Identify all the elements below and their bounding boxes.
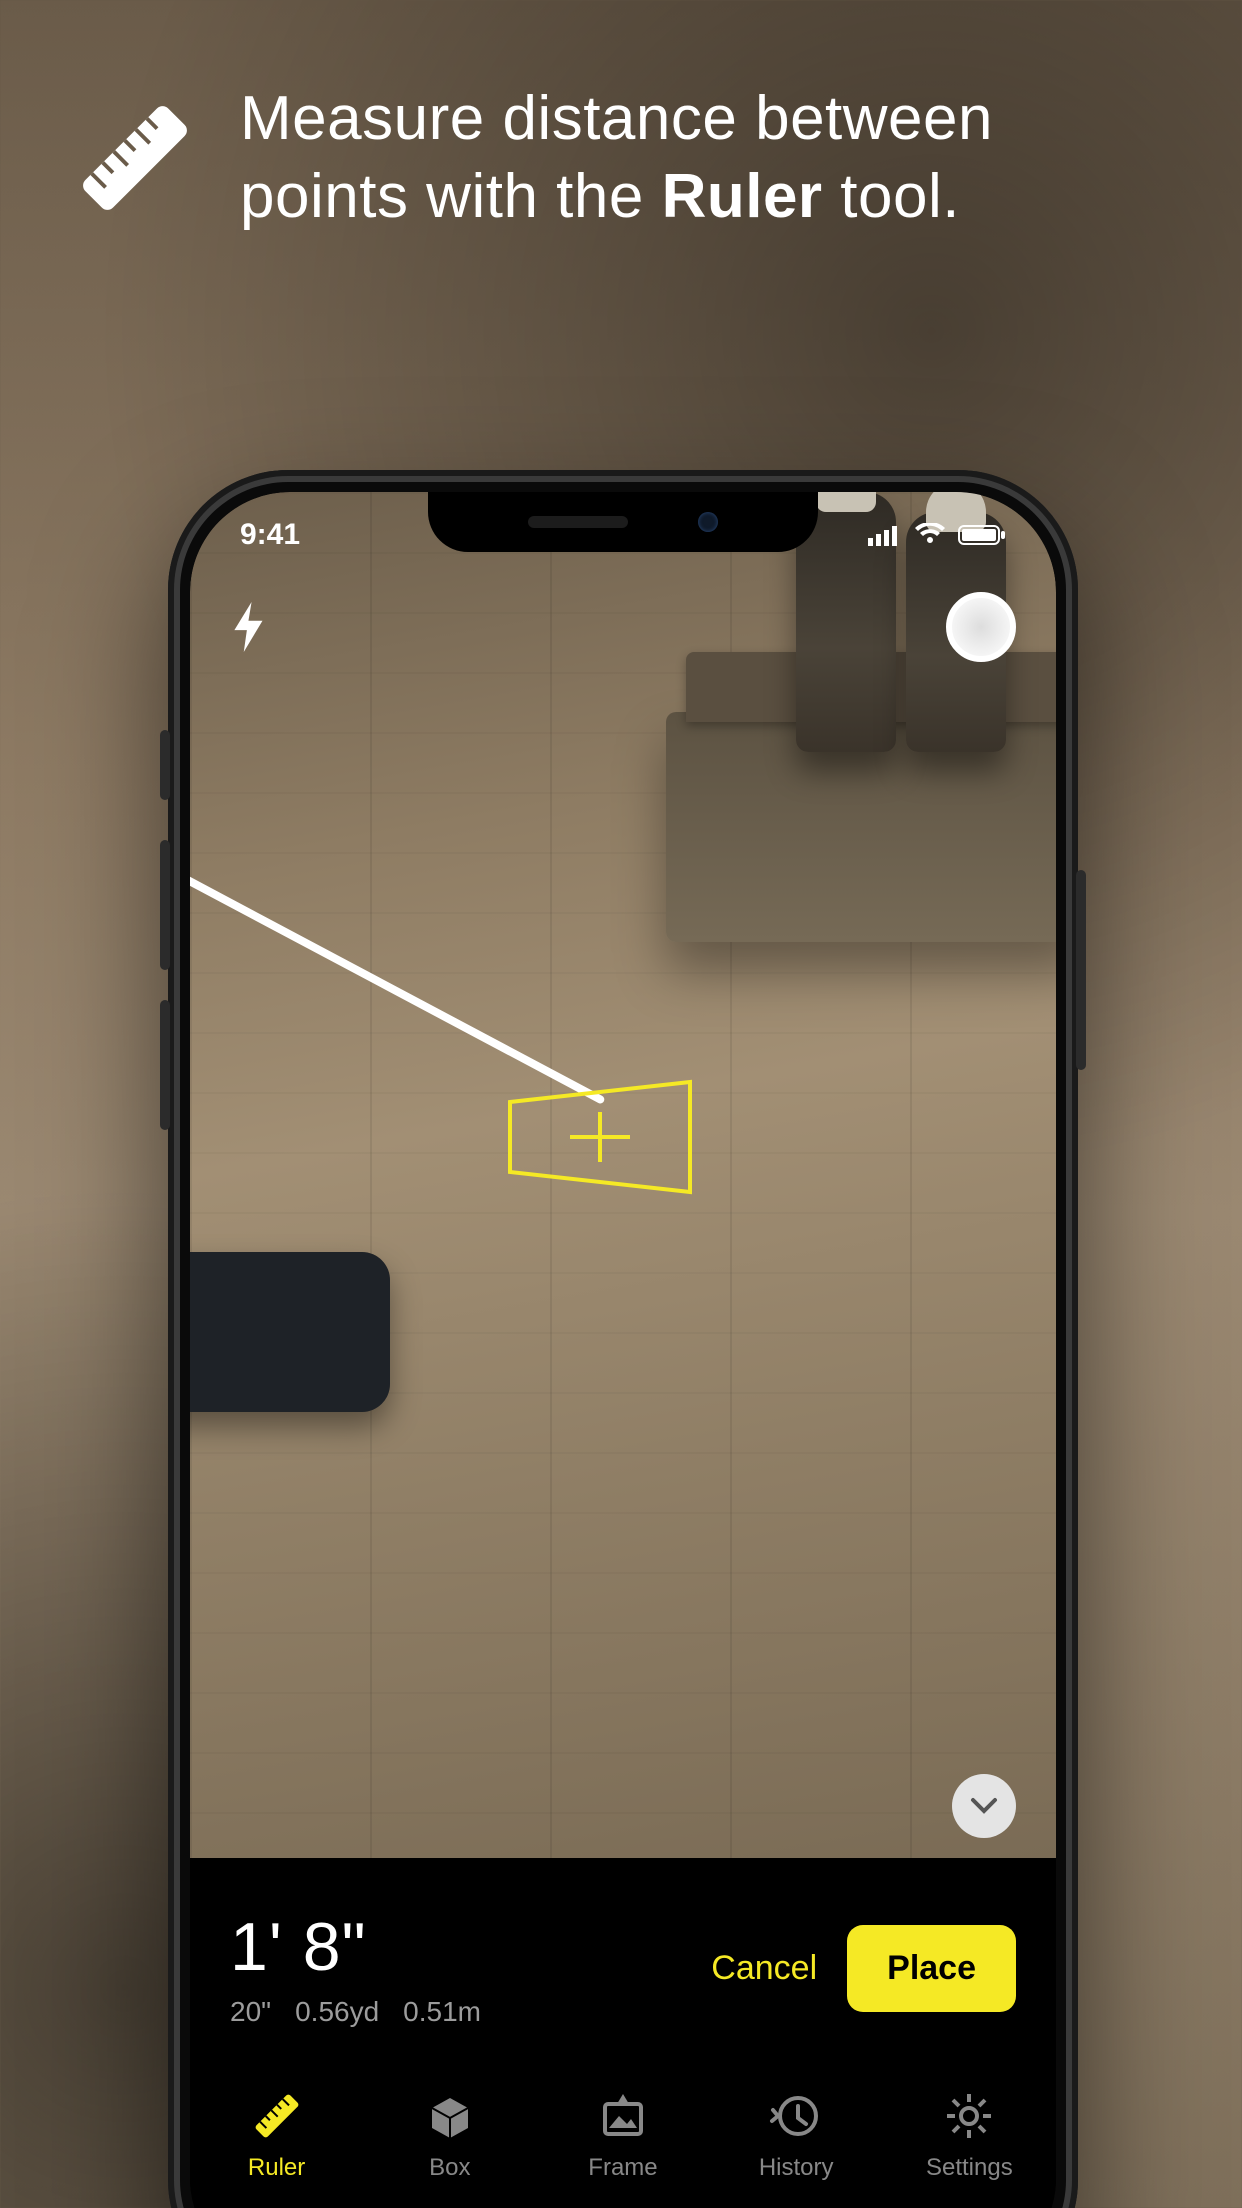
scene-phone — [190, 1252, 390, 1412]
target-reticle — [490, 1062, 710, 1212]
tab-box[interactable]: Box — [380, 2088, 520, 2182]
box-icon — [422, 2088, 478, 2144]
flash-toggle[interactable] — [230, 602, 270, 657]
collapse-button[interactable] — [952, 1774, 1016, 1838]
measurement-secondary: 20" 0.56yd 0.51m — [230, 1996, 711, 2028]
ruler-icon — [70, 93, 200, 223]
promo-line2-prefix: points with the — [240, 162, 662, 231]
promo-line2-suffix: tool. — [823, 162, 960, 231]
measurement-meters: 0.51m — [403, 1996, 481, 2028]
frame-icon — [595, 2088, 651, 2144]
phone-frame: 9:41 — [168, 470, 1078, 2208]
ruler-icon — [249, 2088, 305, 2144]
tab-label: History — [759, 2154, 834, 2182]
measurement-bar: 1' 8" 20" 0.56yd 0.51m Cancel Place — [190, 1858, 1056, 2068]
measurement-inches: 20" — [230, 1996, 271, 2028]
mute-switch — [160, 730, 170, 800]
tab-history[interactable]: History — [726, 2088, 866, 2182]
tab-frame[interactable]: Frame — [553, 2088, 693, 2182]
gear-icon — [941, 2088, 997, 2144]
measurement-primary: 1' 8" — [230, 1908, 711, 1986]
shutter-button[interactable] — [946, 592, 1016, 662]
measurement-actions: Cancel Place — [711, 1925, 1016, 2012]
measurement-values: 1' 8" 20" 0.56yd 0.51m — [230, 1908, 711, 2028]
volume-up-button — [160, 840, 170, 970]
wifi-icon — [914, 523, 946, 547]
chevron-down-icon — [969, 1796, 999, 1816]
place-button[interactable]: Place — [847, 1925, 1016, 2012]
battery-icon — [958, 523, 1006, 547]
volume-down-button — [160, 1000, 170, 1130]
status-bar: 9:41 — [190, 510, 1056, 560]
cancel-button[interactable]: Cancel — [711, 1949, 817, 1988]
promo-header: Measure distance between points with the… — [70, 80, 1182, 235]
tab-bar: Ruler Box Frame History Settings — [190, 2068, 1056, 2208]
power-button — [1076, 870, 1086, 1070]
measurement-yards: 0.56yd — [295, 1996, 379, 2028]
history-icon — [768, 2088, 824, 2144]
status-time: 9:41 — [240, 518, 300, 552]
promo-line2-bold: Ruler — [662, 162, 823, 231]
tab-settings[interactable]: Settings — [899, 2088, 1039, 2182]
tab-label: Ruler — [248, 2154, 305, 2182]
status-right — [868, 523, 1006, 547]
promo-text: Measure distance between points with the… — [240, 80, 993, 235]
cellular-icon — [868, 524, 902, 546]
camera-viewport[interactable] — [190, 492, 1056, 1858]
tab-ruler[interactable]: Ruler — [207, 2088, 347, 2182]
tab-label: Settings — [926, 2154, 1013, 2182]
promo-line1: Measure distance between — [240, 84, 993, 153]
tab-label: Box — [429, 2154, 470, 2182]
screen: 9:41 — [190, 492, 1056, 2208]
tab-label: Frame — [588, 2154, 657, 2182]
